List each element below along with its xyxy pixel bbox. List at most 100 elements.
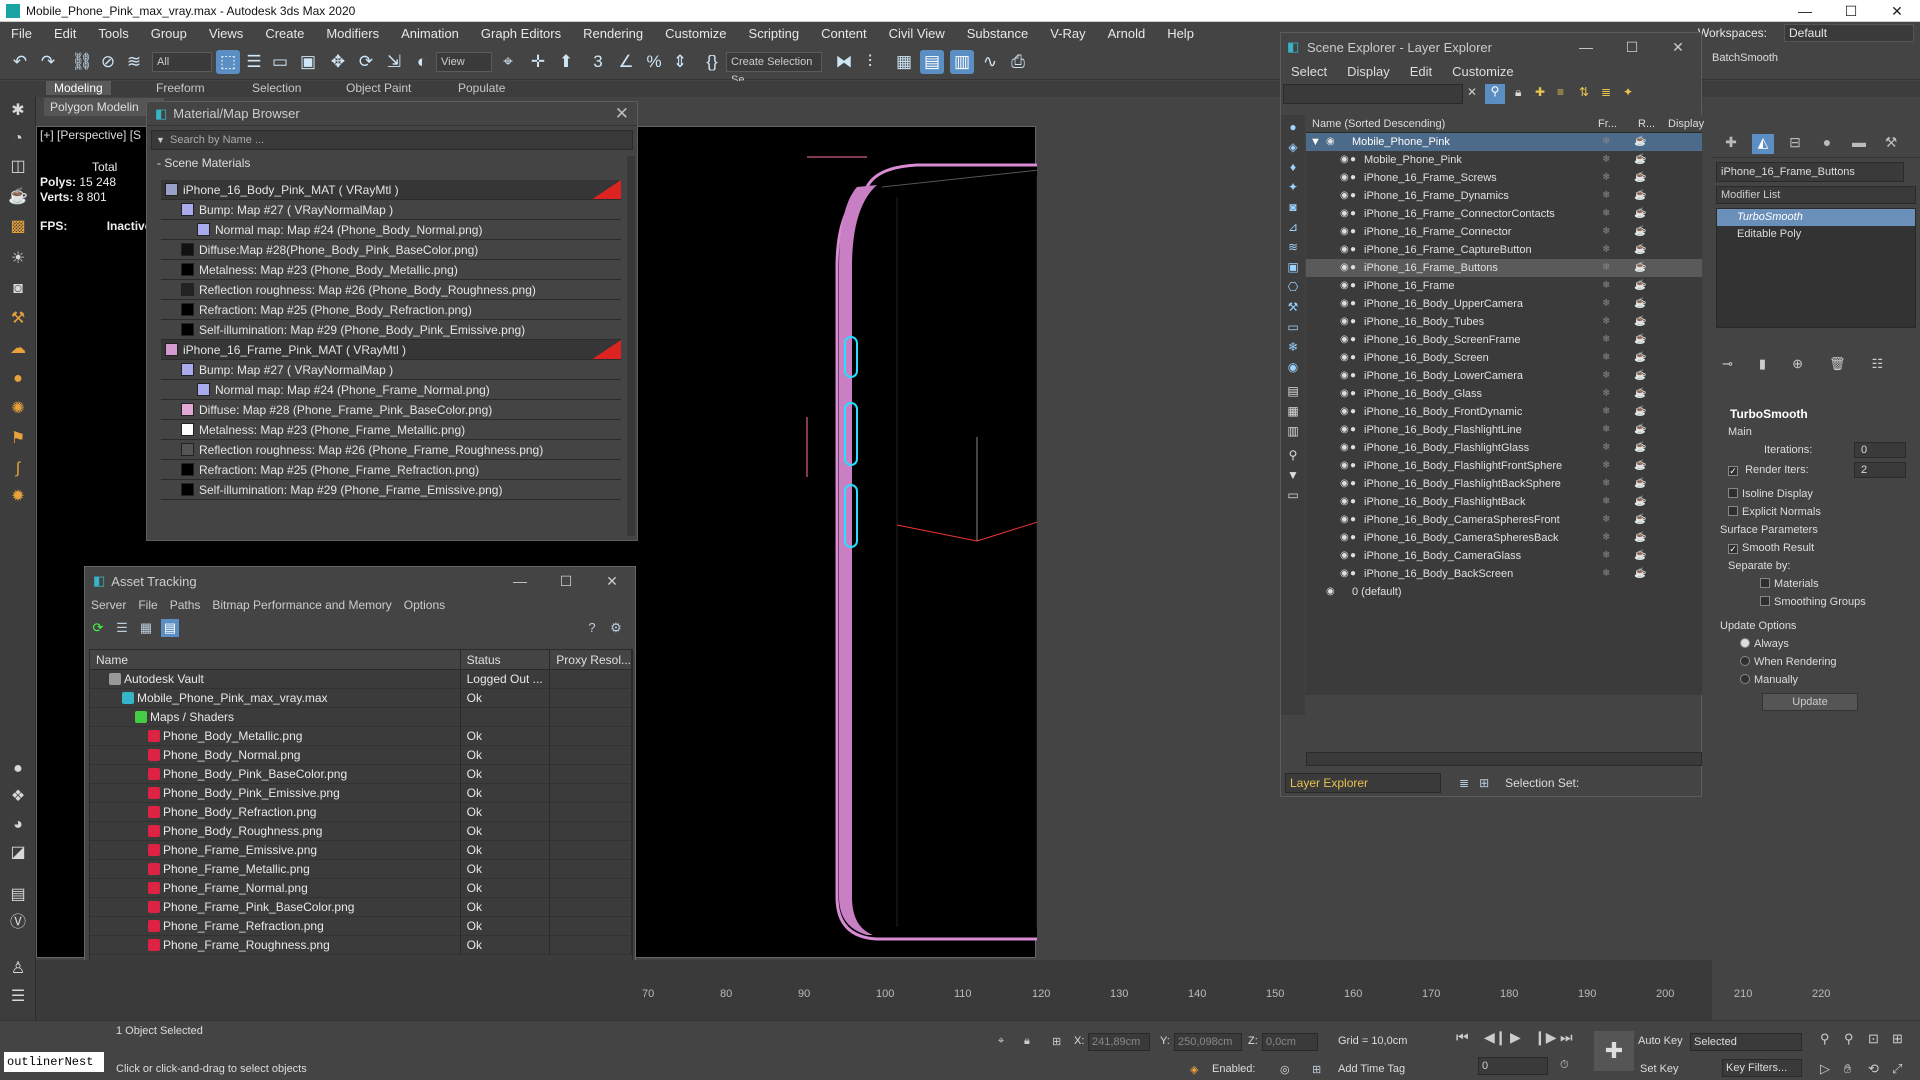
visibility-eye-icon[interactable]: ◉ <box>1340 331 1349 349</box>
render-teapot-icon[interactable]: ☕ <box>1634 277 1646 295</box>
y-coordinate-field[interactable]: 250,098cm <box>1174 1033 1242 1051</box>
visibility-eye-icon[interactable]: ◉ <box>1340 205 1349 223</box>
time-tag-icon[interactable]: ⊞ <box>1312 1063 1321 1076</box>
explicit-normals-checkbox[interactable] <box>1728 506 1738 516</box>
freeze-icon[interactable]: ❄ <box>1602 457 1610 475</box>
settings-icon[interactable]: ⚙ <box>607 619 625 637</box>
map-row[interactable]: Metalness: Map #23 (Phone_Body_Metallic.… <box>161 260 621 280</box>
modify-tab-icon[interactable]: ◭ <box>1752 134 1774 154</box>
freeze-icon[interactable]: ❄ <box>1602 295 1610 313</box>
next-frame-icon[interactable]: ❙▶ <box>1534 1029 1557 1046</box>
scene-object-row[interactable]: ◉ ● ❄ ☕ iPhone_16_Body_CameraSpheresBack <box>1306 529 1702 547</box>
timeline[interactable]: 70 80 90 100 110 120 130 140 150 160 170 180 190 200 2… <box>36 960 1830 1020</box>
smooth-result-checkbox[interactable]: ✓ <box>1728 544 1738 554</box>
display-all-icon[interactable]: ● <box>1285 119 1301 135</box>
motion-tab-icon[interactable]: ● <box>1816 134 1838 154</box>
material-row[interactable]: iPhone_16_Frame_Pink_MAT ( VRayMtl ) <box>161 340 621 360</box>
visibility-eye-icon[interactable]: ◉ <box>1340 187 1349 205</box>
render-teapot-icon[interactable]: ☕ <box>1634 133 1646 151</box>
scene-object-row[interactable]: ◉ ● ❄ ☕ iPhone_16_Frame_CaptureButton <box>1306 241 1702 259</box>
asset-row[interactable]: Phone_Body_Normal.png Ok <box>90 746 632 765</box>
configure-sets-icon[interactable]: ☷ <box>1871 356 1883 372</box>
col-proxy[interactable]: Proxy Resol... <box>550 650 633 669</box>
scene-object-row[interactable]: ◉ ● ❄ ☕ iPhone_16_Body_Glass <box>1306 385 1702 403</box>
display-tab-icon[interactable]: ▬ <box>1848 134 1870 154</box>
visibility-eye-icon[interactable]: ◉ <box>1340 457 1349 475</box>
freeze-icon[interactable]: ❄ <box>1602 403 1610 421</box>
visibility-eye-icon[interactable]: ◉ <box>1340 529 1349 547</box>
render-iters-checkbox[interactable]: ✓ <box>1728 466 1738 476</box>
se-maximize-button[interactable]: ☐ <box>1609 33 1655 61</box>
map-row[interactable]: Metalness: Map #23 (Phone_Frame_Metallic… <box>161 420 621 440</box>
zoom-icon[interactable]: ⚲ <box>1820 1031 1830 1047</box>
orbit-view-icon[interactable]: ⟲ <box>1868 1061 1879 1077</box>
display-xrefs-icon[interactable]: ⎔ <box>1285 279 1301 295</box>
se-minimize-button[interactable]: — <box>1563 33 1609 61</box>
display-lights-icon[interactable]: ✦ <box>1285 179 1301 195</box>
selection-filter-dropdown[interactable]: All <box>152 52 212 72</box>
se-menu-customize[interactable]: Customize <box>1442 64 1523 79</box>
goto-start-icon[interactable]: ⏮ <box>1456 1029 1469 1046</box>
render-teapot-icon[interactable]: ☕ <box>1634 313 1646 331</box>
create-tab-icon[interactable]: ✚ <box>1720 134 1742 154</box>
scene-object-row[interactable]: ◉ ● ❄ ☕ iPhone_16_Body_LowerCamera <box>1306 367 1702 385</box>
visibility-eye-icon[interactable]: ◉ <box>1340 475 1349 493</box>
render-teapot-icon[interactable]: ☕ <box>1634 367 1646 385</box>
freeze-icon[interactable]: ❄ <box>1602 133 1610 151</box>
table-view-icon[interactable]: ▦ <box>137 619 155 637</box>
visibility-eye-icon[interactable]: ◉ <box>1340 547 1349 565</box>
freeze-icon[interactable]: ❄ <box>1602 439 1610 457</box>
render-setup-icon[interactable]: ⎙ <box>1006 50 1030 74</box>
se-search-input[interactable] <box>1283 84 1463 104</box>
auto-key-button[interactable]: Auto Key <box>1638 1035 1683 1047</box>
layers-toggle-icon[interactable]: ≣ <box>1459 776 1469 790</box>
asset-row[interactable]: Phone_Body_Pink_Emissive.png Ok <box>90 784 632 803</box>
display-geometry-icon[interactable]: ◈ <box>1285 139 1301 155</box>
menu-content[interactable]: Content <box>810 26 878 41</box>
map-row[interactable]: Bump: Map #27 ( VRayNormalMap ) <box>161 200 621 220</box>
asset-row[interactable]: Maps / Shaders <box>90 708 632 727</box>
select-by-name-icon[interactable]: ☰ <box>242 50 266 74</box>
help-icon[interactable]: ? <box>583 619 601 637</box>
freeze-icon[interactable]: ❄ <box>1602 547 1610 565</box>
at-menu-file[interactable]: File <box>132 598 163 612</box>
render-teapot-icon[interactable]: ☕ <box>1634 241 1646 259</box>
menu-rendering[interactable]: Rendering <box>572 26 654 41</box>
map-row[interactable]: Normal map: Map #24 (Phone_Body_Normal.p… <box>161 220 621 240</box>
scene-object-row[interactable]: ◉ ● ❄ ☕ iPhone_16_Body_Screen <box>1306 349 1702 367</box>
render-teapot-icon[interactable]: ☕ <box>1634 493 1646 511</box>
col-render[interactable]: R... <box>1632 115 1662 132</box>
at-menu-paths[interactable]: Paths <box>164 598 207 612</box>
scene-object-row[interactable]: ◉ ● ❄ ☕ iPhone_16_Body_ScreenFrame <box>1306 331 1702 349</box>
key-filters-button[interactable]: Key Filters... <box>1722 1059 1802 1077</box>
visibility-eye-icon[interactable]: ◉ <box>1340 277 1349 295</box>
asset-row[interactable]: Phone_Body_Refraction.png Ok <box>90 803 632 822</box>
scene-object-row[interactable]: ◉ ● ❄ ☕ iPhone_16_Body_BackScreen <box>1306 565 1702 583</box>
reference-coord-dropdown[interactable]: View <box>436 52 492 72</box>
percent-snap-icon[interactable]: % <box>642 50 666 74</box>
scene-object-row[interactable]: ◉ ● ❄ ☕ iPhone_16_Frame <box>1306 277 1702 295</box>
materials-checkbox[interactable] <box>1760 578 1770 588</box>
viewport-label[interactable]: [+] [Perspective] [S <box>40 128 141 142</box>
remove-modifier-icon[interactable]: 🗑︎ <box>1829 356 1846 372</box>
map-row[interactable]: Self-illumination: Map #29 (Phone_Frame_… <box>161 480 621 500</box>
display-list-icon[interactable]: ▤ <box>1285 383 1301 399</box>
freeze-icon[interactable]: ❄ <box>1602 511 1610 529</box>
move-icon[interactable]: ✥ <box>326 50 350 74</box>
tab-populate[interactable]: Populate <box>458 81 505 95</box>
ribbon-toggle-icon[interactable]: ▥ <box>950 50 974 74</box>
z-coordinate-field[interactable]: 0,0cm <box>1262 1033 1318 1051</box>
when-rendering-radio[interactable] <box>1740 656 1750 666</box>
render-teapot-icon[interactable]: ☕ <box>1634 547 1646 565</box>
asset-row[interactable]: Phone_Frame_Pink_BaseColor.png Ok <box>90 898 632 917</box>
freeze-icon[interactable]: ❄ <box>1602 241 1610 259</box>
scene-object-row[interactable]: ◉ ● ❄ ☕ iPhone_16_Body_CameraSpheresFront <box>1306 511 1702 529</box>
redo-icon[interactable]: ↷ <box>36 50 60 74</box>
default-layer-row[interactable]: ◉ 0 (default) <box>1306 583 1702 601</box>
orbit-icon[interactable]: ◔ <box>6 127 30 151</box>
scene-materials-section[interactable]: - Scene Materials <box>147 154 637 172</box>
menu-tools[interactable]: Tools <box>87 26 139 41</box>
clear-search-icon[interactable]: ✕ <box>1467 85 1477 99</box>
menu-v-ray[interactable]: V-Ray <box>1039 26 1096 41</box>
render-teapot-icon[interactable]: ☕ <box>1634 349 1646 367</box>
